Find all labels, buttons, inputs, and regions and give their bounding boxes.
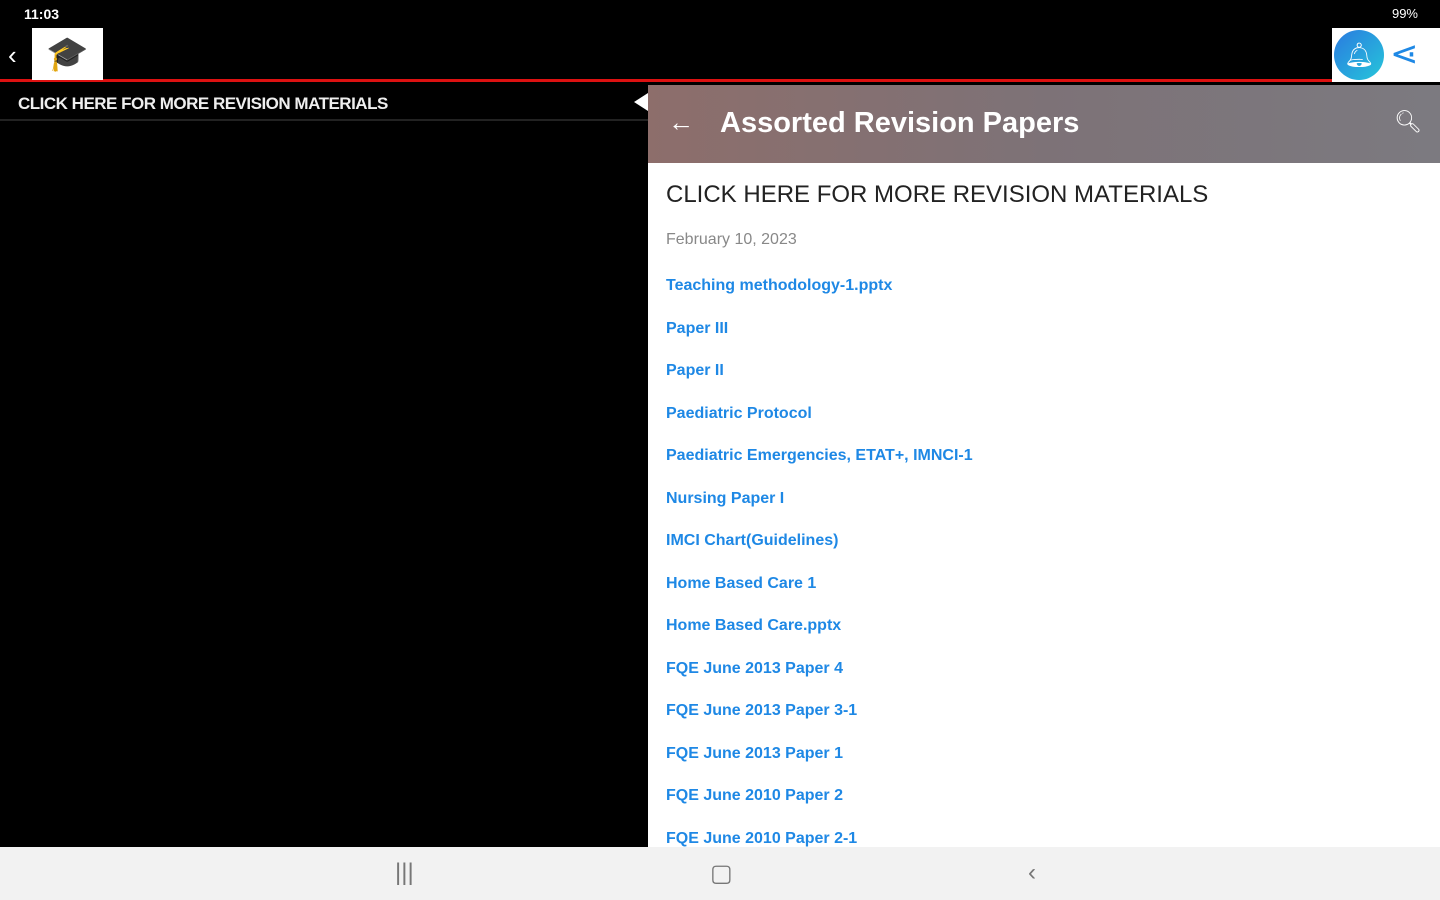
document-link[interactable]: Teaching methodology-1.pptx: [666, 277, 1422, 320]
document-link[interactable]: FQE June 2013 Paper 1: [666, 745, 1422, 788]
battery-level: 99%: [1391, 6, 1418, 21]
navigation-bar: ||| ▢ ‹: [0, 847, 1440, 900]
arrow-left-icon[interactable]: ←: [668, 107, 694, 138]
home-icon[interactable]: ▢: [710, 859, 733, 888]
clock: 11:03: [24, 6, 60, 22]
app-logo[interactable]: 🎓: [32, 28, 103, 80]
blog-header: ← Assorted Revision Papers 🔍︎: [648, 85, 1440, 163]
document-link[interactable]: Nursing Paper I: [666, 490, 1422, 533]
document-link[interactable]: Paper III: [666, 320, 1422, 363]
blog-title: Assorted Revision Papers: [720, 107, 1080, 139]
nav-back-icon[interactable]: ‹: [1028, 859, 1036, 887]
post-title[interactable]: CLICK HERE FOR MORE REVISION MATERIALS: [666, 181, 1422, 209]
document-link[interactable]: FQE June 2010 Paper 2: [666, 787, 1422, 830]
bell-icon[interactable]: 🔔︎: [1334, 30, 1384, 80]
document-link[interactable]: FQE June 2013 Paper 4: [666, 660, 1422, 703]
document-link[interactable]: Paper II: [666, 362, 1422, 405]
recent-apps-icon[interactable]: |||: [395, 859, 414, 887]
document-link[interactable]: FQE June 2013 Paper 3-1: [666, 702, 1422, 745]
document-link[interactable]: Paediatric Emergencies, ETAT+, IMNCI-1: [666, 447, 1422, 490]
revision-materials-link[interactable]: CLICK HERE FOR MORE REVISION MATERIALS: [0, 85, 648, 121]
action-buttons: 🔔︎ ⋖: [1332, 28, 1440, 82]
document-link[interactable]: Paediatric Protocol: [666, 405, 1422, 448]
app-bar: ‹ 🎓 🔔︎ ⋖: [0, 28, 1440, 82]
link-list: Teaching methodology-1.pptx Paper III Pape…: [666, 277, 1422, 847]
document-link[interactable]: FQE June 2010 Paper 2-1: [666, 830, 1422, 848]
status-bar: 11:03 99%: [0, 0, 1440, 28]
collapse-arrow-icon[interactable]: [634, 93, 648, 111]
search-icon[interactable]: 🔍︎: [1394, 109, 1422, 135]
share-icon[interactable]: ⋖: [1390, 34, 1419, 74]
left-pane: CLICK HERE FOR MORE REVISION MATERIALS: [0, 85, 648, 847]
back-icon[interactable]: ‹: [8, 40, 17, 71]
post-date: February 10, 2023: [666, 231, 797, 248]
document-link[interactable]: Home Based Care 1: [666, 575, 1422, 618]
document-link[interactable]: IMCI Chart(Guidelines): [666, 532, 1422, 575]
post: CLICK HERE FOR MORE REVISION MATERIALS F…: [648, 181, 1440, 847]
document-link[interactable]: Home Based Care.pptx: [666, 617, 1422, 660]
web-view: ← Assorted Revision Papers 🔍︎ CLICK HERE…: [648, 85, 1440, 847]
